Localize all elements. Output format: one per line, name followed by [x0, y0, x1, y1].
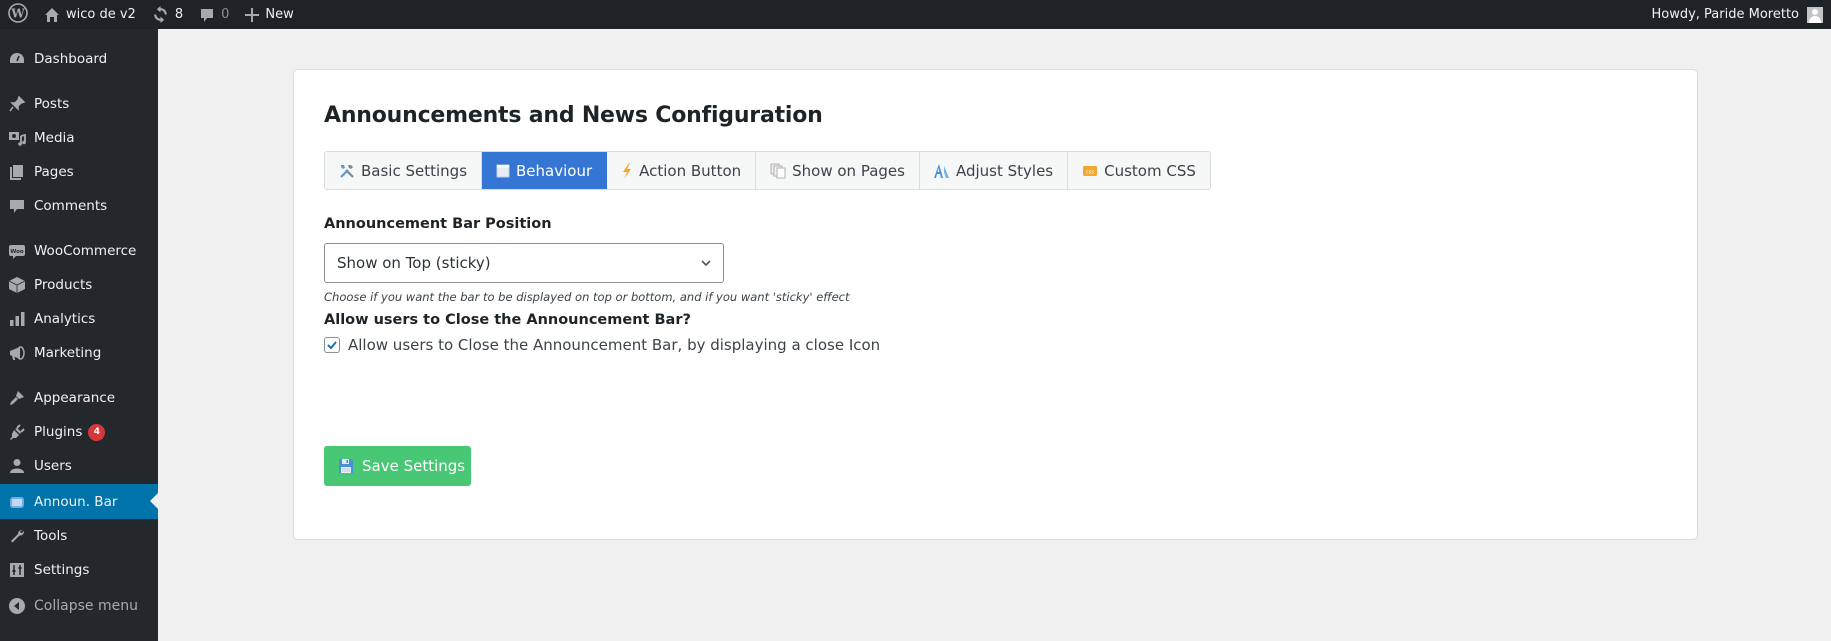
- copy-pages-icon: [770, 163, 786, 179]
- svg-text:W: W: [10, 6, 25, 20]
- settings-card: Announcements and News Configuration Bas…: [293, 69, 1698, 540]
- update-icon: [152, 6, 169, 23]
- announcement-icon: [0, 493, 34, 511]
- wordpress-logo-menu[interactable]: W: [0, 0, 36, 29]
- sidebar-item-media[interactable]: Media: [0, 121, 158, 155]
- plug-icon: [0, 423, 34, 441]
- avatar: [1807, 6, 1823, 23]
- sidebar-item-plugins[interactable]: Plugins 4: [0, 415, 158, 449]
- wordpress-logo-icon: W: [8, 2, 28, 27]
- updates-menu[interactable]: 8: [144, 0, 191, 29]
- settings-tabs: Basic Settings Behaviour Action Button S…: [324, 151, 1211, 190]
- styles-icon: [933, 163, 950, 179]
- comments-menu[interactable]: 0: [191, 0, 237, 29]
- tab-custom-css[interactable]: css Custom CSS: [1068, 152, 1210, 189]
- pages-icon: [0, 163, 34, 181]
- close-option-row: Allow users to Close the Announcement Ba…: [324, 336, 880, 354]
- svg-text:Woo: Woo: [10, 249, 24, 255]
- position-select[interactable]: Show on Top (sticky): [324, 243, 724, 283]
- tab-adjust-styles[interactable]: Adjust Styles: [920, 152, 1069, 189]
- sidebar-item-comments[interactable]: Comments: [0, 189, 158, 223]
- bar-chart-icon: [0, 310, 34, 328]
- position-hint: Choose if you want the bar to be display…: [324, 290, 850, 304]
- dashboard-icon: [0, 50, 34, 68]
- sidebar-item-appearance[interactable]: Appearance: [0, 381, 158, 415]
- window-icon: [496, 164, 510, 178]
- tab-action-button[interactable]: Action Button: [607, 152, 757, 189]
- plugins-update-badge: 4: [88, 423, 106, 441]
- checkmark-icon: [327, 341, 337, 350]
- greeting: Howdy, Paride Moretto: [1651, 7, 1799, 22]
- position-select-value: Show on Top (sticky): [337, 254, 491, 272]
- sliders-icon: [0, 561, 34, 579]
- site-name-menu[interactable]: wico de v2: [36, 0, 144, 29]
- position-label: Announcement Bar Position: [324, 216, 552, 232]
- floppy-disk-icon: [338, 458, 354, 474]
- close-checkbox-label: Allow users to Close the Announcement Ba…: [348, 336, 881, 354]
- sidebar-item-analytics[interactable]: Analytics: [0, 302, 158, 336]
- close-label: Allow users to Close the Announcement Ba…: [324, 312, 691, 328]
- woo-icon: Woo: [0, 242, 34, 260]
- new-label: New: [265, 7, 294, 22]
- comments-count: 0: [221, 7, 230, 22]
- collapse-arrow-icon: [0, 597, 34, 615]
- tools-icon: [339, 163, 355, 179]
- admin-sidebar: Dashboard Posts Media Pages Comments Woo…: [0, 29, 158, 641]
- css-icon: css: [1082, 165, 1098, 177]
- tab-behaviour[interactable]: Behaviour: [482, 152, 608, 189]
- sidebar-item-woocommerce[interactable]: Woo WooCommerce: [0, 234, 158, 268]
- new-content-menu[interactable]: New: [237, 0, 301, 29]
- chevron-down-icon: [699, 256, 713, 274]
- admin-bar: W wico de v2 8 0 New Howdy, Paride Moret…: [0, 0, 1831, 29]
- box-icon: [0, 276, 34, 294]
- sidebar-item-marketing[interactable]: Marketing: [0, 336, 158, 370]
- sidebar-item-pages[interactable]: Pages: [0, 155, 158, 189]
- pin-icon: [0, 95, 34, 113]
- megaphone-icon: [0, 344, 34, 362]
- lightning-icon: [621, 162, 633, 179]
- sidebar-item-products[interactable]: Products: [0, 268, 158, 302]
- sidebar-item-dashboard[interactable]: Dashboard: [0, 42, 158, 76]
- comment-icon: [0, 197, 34, 215]
- save-settings-button[interactable]: Save Settings: [324, 446, 471, 486]
- media-icon: [0, 129, 34, 147]
- wrench-icon: [0, 527, 34, 545]
- sidebar-item-settings[interactable]: Settings: [0, 553, 158, 587]
- tab-basic-settings[interactable]: Basic Settings: [325, 152, 483, 189]
- svg-text:css: css: [1086, 169, 1094, 175]
- collapse-menu-button[interactable]: Collapse menu: [0, 589, 158, 623]
- sidebar-item-announcement-bar[interactable]: Announ. Bar: [0, 484, 158, 519]
- site-name: wico de v2: [66, 7, 136, 22]
- tab-show-on-pages[interactable]: Show on Pages: [756, 152, 920, 189]
- my-account-menu[interactable]: Howdy, Paride Moretto: [1643, 0, 1831, 29]
- comment-icon: [199, 7, 215, 23]
- sidebar-item-users[interactable]: Users: [0, 449, 158, 483]
- page-title: Announcements and News Configuration: [324, 103, 823, 128]
- close-checkbox[interactable]: [324, 337, 340, 353]
- sidebar-item-posts[interactable]: Posts: [0, 87, 158, 121]
- sidebar-item-tools[interactable]: Tools: [0, 519, 158, 553]
- plus-icon: [245, 7, 260, 22]
- updates-count: 8: [174, 7, 184, 22]
- paintbrush-icon: [0, 389, 34, 407]
- home-icon: [44, 7, 60, 23]
- user-icon: [0, 457, 34, 475]
